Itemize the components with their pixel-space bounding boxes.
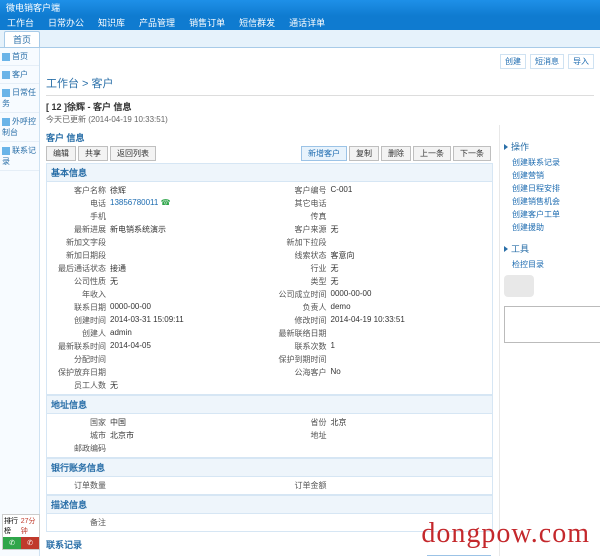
sidebar-customer[interactable]: 客户 [0, 66, 39, 84]
sec-addr: 地址信息 [46, 395, 493, 413]
chevron-right-icon [504, 246, 508, 252]
cloud-icon [504, 275, 534, 297]
op-3[interactable]: 创建销售机会 [504, 195, 590, 208]
record-header: [ 12 ]徐辉 - 客户 信息 [46, 96, 594, 114]
sec-basic: 基本信息 [46, 163, 493, 181]
panel-title: 客户 信息 [46, 131, 493, 144]
menu-1[interactable]: 日常办公 [41, 16, 91, 30]
menubar: 工作台 日常办公 知识库 产品管理 销售订单 短信群发 通话详单 [0, 16, 600, 30]
sec-bank: 银行账务信息 [46, 458, 493, 476]
op-2[interactable]: 创建日程安排 [504, 182, 590, 195]
menu-3[interactable]: 产品管理 [132, 16, 182, 30]
task-icon [2, 89, 10, 97]
tab-home[interactable]: 首页 [4, 31, 40, 47]
home-icon [2, 53, 10, 61]
btn-delete[interactable]: 删除 [381, 146, 411, 161]
btn-sms[interactable]: 短消息 [530, 54, 564, 69]
op-0[interactable]: 创建联系记录 [504, 156, 590, 169]
btn-import[interactable]: 导入 [568, 54, 594, 69]
menu-6[interactable]: 通话详单 [282, 16, 332, 30]
bank-right-label: 订单金额 [272, 480, 327, 491]
phone-icon[interactable]: ☎ [158, 198, 170, 207]
desc-label: 备注 [51, 517, 106, 528]
menu-0[interactable]: 工作台 [0, 16, 41, 30]
sidebar-home[interactable]: 首页 [0, 48, 39, 66]
btn-next[interactable]: 下一条 [453, 146, 491, 161]
btn-create[interactable]: 创建 [500, 54, 526, 69]
btn-prev[interactable]: 上一条 [413, 146, 451, 161]
sidebar-contact[interactable]: 联系记录 [0, 142, 39, 171]
sidebar: 首页 客户 日常任务 外呼控制台 联系记录 [0, 48, 40, 556]
tool-0[interactable]: 检控目录 [504, 258, 590, 271]
menu-4[interactable]: 销售订单 [182, 16, 232, 30]
btn-share[interactable]: 共享 [78, 146, 108, 161]
menu-2[interactable]: 知识库 [91, 16, 132, 30]
sec-desc: 描述信息 [46, 495, 493, 513]
btn-edit[interactable]: 编辑 [46, 146, 76, 161]
ops-title: 操作 [511, 140, 529, 153]
sidebar-dial[interactable]: 外呼控制台 [0, 113, 39, 142]
chevron-right-icon [504, 144, 508, 150]
user-icon [2, 71, 10, 79]
btn-copy[interactable]: 复制 [349, 146, 379, 161]
hangup-icon[interactable]: ✆ [21, 537, 39, 549]
btn-back[interactable]: 返回列表 [110, 146, 156, 161]
tools-title: 工具 [511, 242, 529, 255]
sidebar-task[interactable]: 日常任务 [0, 84, 39, 113]
app-title: 微电销客户端 [6, 3, 60, 13]
search-input[interactable] [504, 306, 600, 343]
record-time: 今天已更新 (2014-04-19 10:33:51) [46, 114, 594, 125]
menu-5[interactable]: 短信群发 [232, 16, 282, 30]
op-4[interactable]: 创建客户工单 [504, 208, 590, 221]
phone-icon[interactable]: ✆ [3, 537, 21, 549]
btn-new-customer[interactable]: 新增客户 [301, 146, 347, 161]
dial-icon [2, 118, 10, 126]
phone-link[interactable]: 13856780011 [110, 198, 158, 207]
bank-left-label: 订单数量 [51, 480, 106, 491]
rank-widget[interactable]: 排行榜27分钟 ✆✆ [2, 514, 40, 550]
tabbar: 首页 [0, 30, 600, 48]
contact-icon [2, 147, 10, 155]
op-5[interactable]: 创建援助 [504, 221, 590, 234]
sec-contact: 联系记录 [46, 538, 493, 551]
op-1[interactable]: 创建营销 [504, 169, 590, 182]
breadcrumb: 工作台 > 客户 [46, 73, 594, 96]
